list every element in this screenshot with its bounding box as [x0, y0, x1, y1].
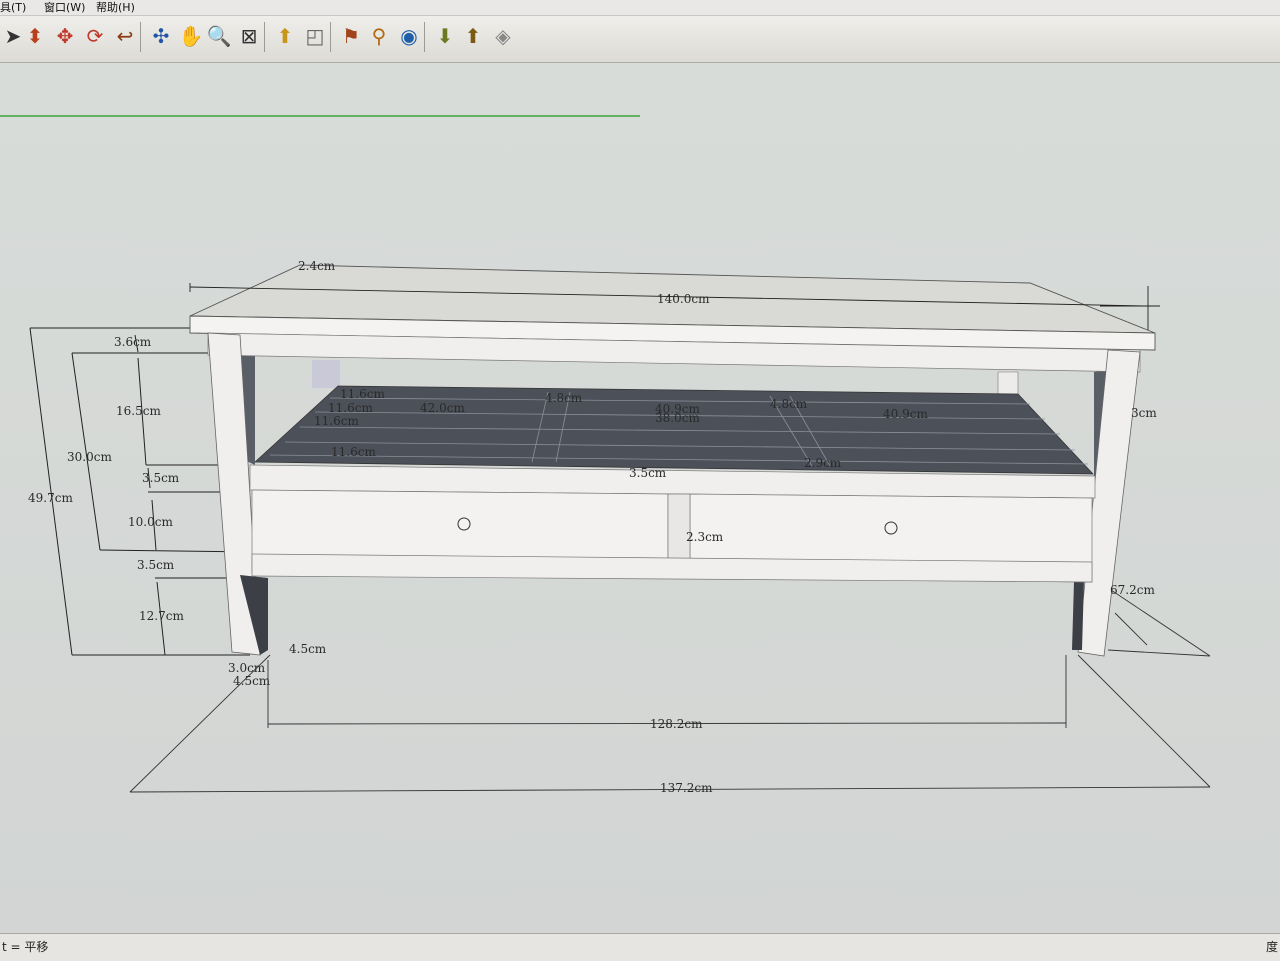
- dim-upper-gap: 16.5cm: [116, 404, 161, 418]
- zoom-icon[interactable]: 🔍: [206, 23, 232, 49]
- ground-guides: [129, 587, 1211, 793]
- dim-slat-3: 11.6cm: [314, 414, 359, 428]
- dim-top-thickness: 3.6cm: [114, 335, 152, 349]
- look-around-icon[interactable]: ◉: [396, 23, 422, 49]
- share-model-icon[interactable]: ⬆: [460, 23, 486, 49]
- toolbar-separator: [140, 22, 141, 52]
- toolbar: ➤ ⬍ ✥ ⟳ ↩ ✣ ✋ 🔍 ⊠ ⬆ ◰ ⚑ ⚲ ◉ ⬇ ⬆ ◈: [0, 16, 1280, 63]
- front-right-leg-shadow: [1072, 580, 1084, 650]
- move-icon[interactable]: ✥: [52, 23, 78, 49]
- dim-top-depth: 2.4cm: [298, 259, 336, 273]
- dim-slat-1: 11.6cm: [340, 387, 385, 401]
- dim-slat-mid2: 38.0cm: [655, 411, 700, 425]
- rotate-icon[interactable]: ⟳: [82, 23, 108, 49]
- pan-icon[interactable]: ✋: [178, 23, 204, 49]
- status-text: t = 平移: [2, 940, 49, 954]
- zoom-extents-icon[interactable]: ⊠: [236, 23, 262, 49]
- dim-slat-w1: 42.0cm: [420, 401, 465, 415]
- dim-slat-gap-a: 4.8cm: [545, 391, 583, 405]
- dim-slat-gap-b: 4.8cm: [770, 397, 808, 411]
- toolbar-separator: [424, 22, 425, 52]
- position-camera-icon[interactable]: ⚑: [338, 23, 364, 49]
- follow-me-icon[interactable]: ↩: [112, 23, 138, 49]
- dim-drawer-height: 10.0cm: [128, 515, 173, 529]
- dim-leg-width: 4.5cm: [289, 642, 327, 656]
- orbit-icon[interactable]: ✣: [148, 23, 174, 49]
- model-viewport[interactable]: 140.0cm 2.4cm 3.6cm 16.5cm 30.0cm 3.5cm …: [0, 63, 1280, 933]
- dim-leg-height: 12.7cm: [139, 609, 184, 623]
- dim-side-length: 67.2cm: [1110, 583, 1155, 597]
- status-bar: t = 平移 度: [0, 933, 1280, 961]
- dim-total-height: 49.7cm: [28, 491, 73, 505]
- share-component-icon[interactable]: ◈: [490, 23, 516, 49]
- menu-bar: 具(T) 窗口(W) 帮助(H): [0, 0, 1280, 16]
- dim-inner-span: 128.2cm: [650, 717, 703, 731]
- push-pull-icon[interactable]: ⬍: [22, 23, 48, 49]
- dim-slat-small: 2.9cm: [804, 456, 842, 470]
- status-measurement-label: 度: [1266, 940, 1279, 954]
- dim-top-width: 140.0cm: [657, 292, 710, 306]
- dim-slat-2: 11.6cm: [328, 401, 373, 415]
- get-models-icon[interactable]: ⬇: [432, 23, 458, 49]
- dim-shelf-height: 30.0cm: [67, 450, 112, 464]
- menu-window[interactable]: 窗口(W): [44, 0, 85, 15]
- menu-tools[interactable]: 具(T): [0, 0, 26, 15]
- dim-slat-4: 11.6cm: [331, 445, 376, 459]
- toolbar-separator: [330, 22, 331, 52]
- dim-lower-rail: 3.5cm: [137, 558, 175, 572]
- dim-side-depth: 3cm: [1131, 406, 1157, 420]
- dim-drawer-divider: 2.3cm: [686, 530, 724, 544]
- next-view-icon[interactable]: ◰: [302, 23, 328, 49]
- dim-outer-span: 137.2cm: [660, 781, 713, 795]
- dim-front-rail: 3.5cm: [629, 466, 667, 480]
- toolbar-separator: [264, 22, 265, 52]
- menu-help[interactable]: 帮助(H): [96, 0, 135, 15]
- dim-leg-depth-b: 4.5cm: [233, 674, 271, 688]
- back-left-leg: [312, 360, 340, 388]
- previous-view-icon[interactable]: ⬆: [272, 23, 298, 49]
- dim-slat-w2: 40.9cm: [883, 407, 928, 421]
- coffee-table-model[interactable]: 140.0cm 2.4cm 3.6cm 16.5cm 30.0cm 3.5cm …: [0, 63, 1280, 933]
- walk-icon[interactable]: ⚲: [366, 23, 392, 49]
- dim-shelf-rail: 3.5cm: [142, 471, 180, 485]
- dim-leg-depth-a: 3.0cm: [228, 661, 266, 675]
